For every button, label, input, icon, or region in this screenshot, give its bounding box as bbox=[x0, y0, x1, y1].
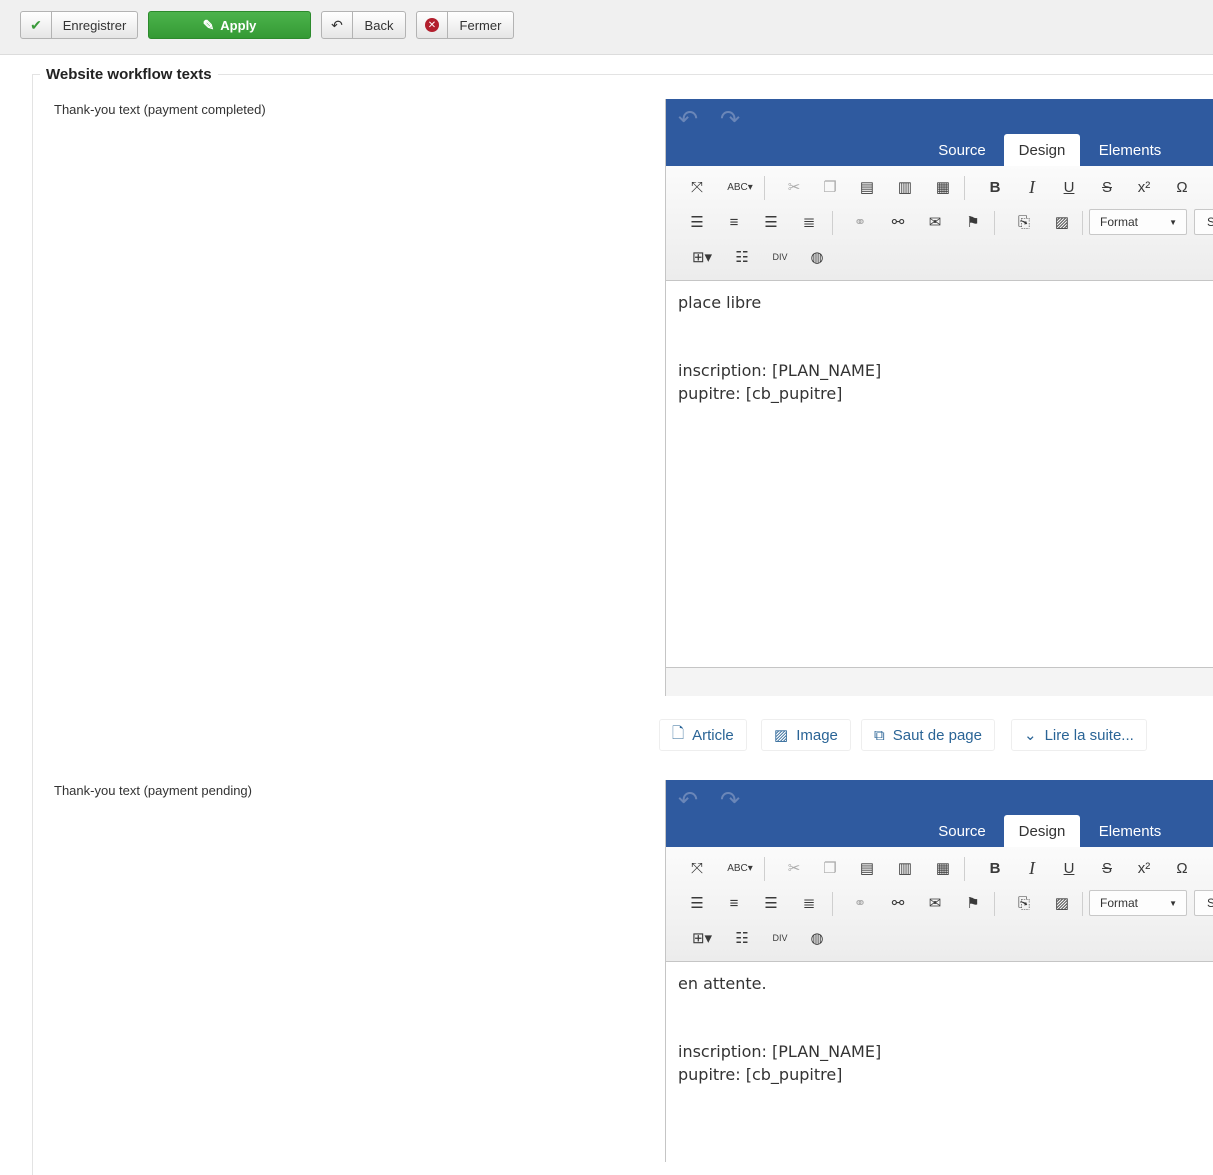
file-add-icon: 🗋 bbox=[672, 724, 685, 742]
paste-word-icon[interactable]: ▦ bbox=[930, 857, 956, 879]
field-label-completed: Thank-you text (payment completed) bbox=[54, 102, 266, 117]
cut-icon[interactable]: ✂ bbox=[781, 857, 807, 879]
bold-icon[interactable]: B bbox=[982, 176, 1008, 198]
undo-icon[interactable]: ↶ bbox=[678, 105, 698, 134]
field-label-pending: Thank-you text (payment pending) bbox=[54, 783, 252, 798]
image-button[interactable]: ▨ Image bbox=[761, 719, 851, 751]
editor-completed: ↶ ↷ Source Design Elements ⤧ ABC▾ ✂ ❐ ▤ … bbox=[665, 99, 1213, 696]
caret-down-icon: ▼ bbox=[1169, 217, 1177, 227]
align-left-icon[interactable]: ☰ bbox=[684, 892, 710, 914]
caret-down-icon: ▼ bbox=[1169, 898, 1177, 908]
editor-content[interactable]: en attente. inscription: [PLAN_NAME] pup… bbox=[666, 962, 1213, 1162]
tab-source[interactable]: Source bbox=[924, 815, 1000, 847]
spellcheck-icon[interactable]: ABC▾ bbox=[724, 857, 756, 879]
style-select[interactable]: S bbox=[1194, 890, 1213, 916]
fullscreen-icon[interactable]: ⤧ bbox=[684, 857, 710, 879]
editor-pending: ↶ ↷ Source Design Elements ⤧ ABC▾ ✂ ❐ ▤ … bbox=[665, 780, 1213, 1162]
check-icon: ✔ bbox=[21, 12, 52, 38]
save-button[interactable]: ✔ Enregistrer bbox=[20, 11, 138, 39]
back-button[interactable]: ↶ Back bbox=[321, 11, 406, 39]
justify-icon[interactable]: ≣ bbox=[796, 892, 822, 914]
paste-icon[interactable]: ▤ bbox=[854, 857, 880, 879]
tab-design[interactable]: Design bbox=[1004, 134, 1080, 166]
format-select[interactable]: Format ▼ bbox=[1089, 890, 1187, 916]
div-icon[interactable]: DIV bbox=[767, 927, 793, 949]
image-icon[interactable]: ▨ bbox=[1049, 211, 1075, 233]
paste-word-icon[interactable]: ▦ bbox=[930, 176, 956, 198]
special-char-icon[interactable]: Ω bbox=[1169, 857, 1195, 879]
paste-text-icon[interactable]: ▥ bbox=[892, 176, 918, 198]
align-left-icon[interactable]: ☰ bbox=[684, 211, 710, 233]
align-right-icon[interactable]: ☰ bbox=[758, 892, 784, 914]
action-toolbar: ✔ Enregistrer ✎ Apply ↶ Back ✕ Fermer bbox=[0, 0, 1213, 55]
article-button[interactable]: 🗋 Article bbox=[659, 719, 747, 751]
link-icon[interactable]: ⚯ bbox=[885, 211, 911, 233]
read-more-button[interactable]: ⌄ Lire la suite... bbox=[1011, 719, 1147, 751]
editor-header: ↶ ↷ Source Design Elements bbox=[666, 99, 1213, 166]
link-icon[interactable]: ⚯ bbox=[885, 892, 911, 914]
align-right-icon[interactable]: ☰ bbox=[758, 211, 784, 233]
undo-arrow-icon: ↶ bbox=[322, 12, 353, 38]
editor-statusbar bbox=[666, 667, 1213, 696]
strikethrough-icon[interactable]: S bbox=[1094, 857, 1120, 879]
file-link-icon[interactable]: ⎘ bbox=[1011, 892, 1037, 914]
section-legend: Website workflow texts bbox=[40, 66, 218, 83]
unlink-icon[interactable]: ⚭ bbox=[847, 211, 873, 233]
paste-icon[interactable]: ▤ bbox=[854, 176, 880, 198]
redo-icon[interactable]: ↷ bbox=[720, 105, 740, 134]
close-circle-icon: ✕ bbox=[417, 12, 448, 38]
editor-toolbar: ⤧ ABC▾ ✂ ❐ ▤ ▥ ▦ B I U S x² Ω ☰ ≡ ☰ ≣ ⚭ … bbox=[666, 166, 1213, 281]
horizontal-rule-icon[interactable]: ☷ bbox=[729, 246, 755, 268]
page-break-button[interactable]: ⧉ Saut de page bbox=[861, 719, 995, 751]
editor-header: ↶ ↷ Source Design Elements bbox=[666, 780, 1213, 847]
anchor-icon[interactable]: ⚑ bbox=[960, 892, 986, 914]
globe-icon[interactable]: ◍ bbox=[804, 246, 830, 268]
email-icon[interactable]: ✉ bbox=[922, 211, 948, 233]
close-button[interactable]: ✕ Fermer bbox=[416, 11, 514, 39]
table-icon[interactable]: ⊞▾ bbox=[686, 927, 718, 949]
email-icon[interactable]: ✉ bbox=[922, 892, 948, 914]
image-icon[interactable]: ▨ bbox=[1049, 892, 1075, 914]
editor-content[interactable]: place libre inscription: [PLAN_NAME] pup… bbox=[666, 281, 1213, 667]
tab-source[interactable]: Source bbox=[924, 134, 1000, 166]
horizontal-rule-icon[interactable]: ☷ bbox=[729, 927, 755, 949]
superscript-icon[interactable]: x² bbox=[1131, 857, 1157, 879]
fullscreen-icon[interactable]: ⤧ bbox=[684, 176, 710, 198]
underline-icon[interactable]: U bbox=[1056, 857, 1082, 879]
justify-icon[interactable]: ≣ bbox=[796, 211, 822, 233]
underline-icon[interactable]: U bbox=[1056, 176, 1082, 198]
apply-button[interactable]: ✎ Apply bbox=[148, 11, 311, 39]
tab-elements[interactable]: Elements bbox=[1086, 815, 1174, 847]
italic-icon[interactable]: I bbox=[1019, 176, 1045, 198]
superscript-icon[interactable]: x² bbox=[1131, 176, 1157, 198]
tab-design[interactable]: Design bbox=[1004, 815, 1080, 847]
strikethrough-icon[interactable]: S bbox=[1094, 176, 1120, 198]
copy-icon: ⧉ bbox=[874, 726, 885, 744]
tab-elements[interactable]: Elements bbox=[1086, 134, 1174, 166]
editor-toolbar: ⤧ ABC▾ ✂ ❐ ▤ ▥ ▦ B I U S x² Ω ☰ ≡ ☰ ≣ ⚭ … bbox=[666, 847, 1213, 962]
globe-icon[interactable]: ◍ bbox=[804, 927, 830, 949]
align-center-icon[interactable]: ≡ bbox=[721, 211, 747, 233]
paste-text-icon[interactable]: ▥ bbox=[892, 857, 918, 879]
style-select[interactable]: S bbox=[1194, 209, 1213, 235]
file-link-icon[interactable]: ⎘ bbox=[1011, 211, 1037, 233]
cut-icon[interactable]: ✂ bbox=[781, 176, 807, 198]
format-select[interactable]: Format ▼ bbox=[1089, 209, 1187, 235]
special-char-icon[interactable]: Ω bbox=[1169, 176, 1195, 198]
anchor-icon[interactable]: ⚑ bbox=[960, 211, 986, 233]
unlink-icon[interactable]: ⚭ bbox=[847, 892, 873, 914]
spellcheck-icon[interactable]: ABC▾ bbox=[724, 176, 756, 198]
redo-icon[interactable]: ↷ bbox=[720, 786, 740, 815]
copy-icon[interactable]: ❐ bbox=[817, 857, 843, 879]
italic-icon[interactable]: I bbox=[1019, 857, 1045, 879]
align-center-icon[interactable]: ≡ bbox=[721, 892, 747, 914]
chevron-down-icon: ⌄ bbox=[1024, 727, 1037, 744]
div-icon[interactable]: DIV bbox=[767, 246, 793, 268]
table-icon[interactable]: ⊞▾ bbox=[686, 246, 718, 268]
copy-icon[interactable]: ❐ bbox=[817, 176, 843, 198]
bold-icon[interactable]: B bbox=[982, 857, 1008, 879]
edit-icon: ✎ bbox=[202, 16, 215, 33]
undo-icon[interactable]: ↶ bbox=[678, 786, 698, 815]
image-icon: ▨ bbox=[774, 727, 789, 744]
